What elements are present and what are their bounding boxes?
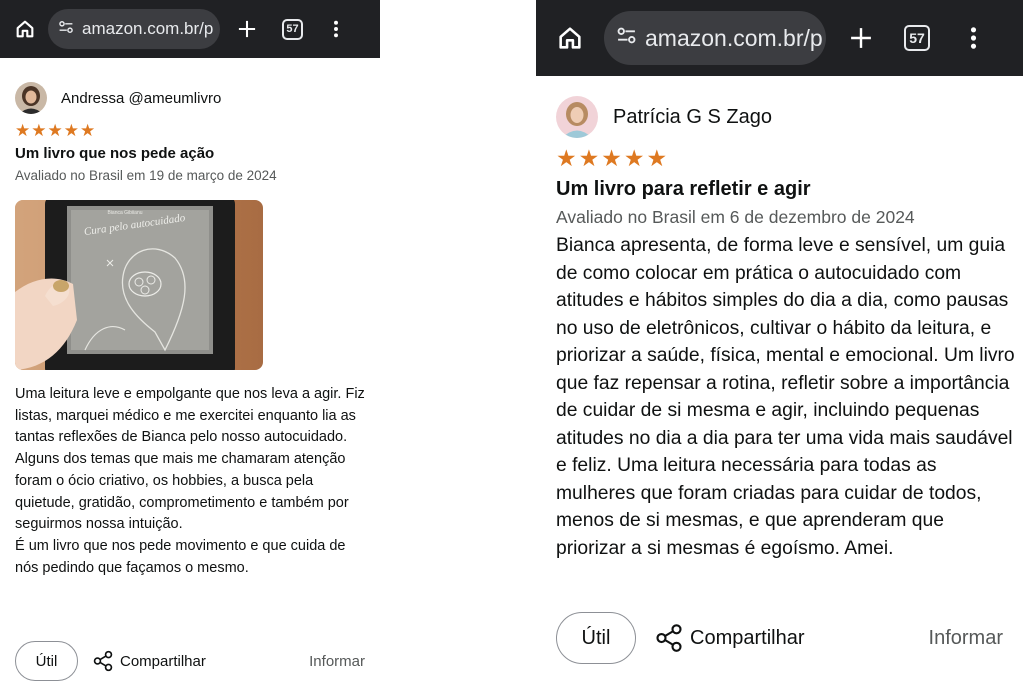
star-icon: ★ xyxy=(80,121,96,140)
more-vert-icon[interactable] xyxy=(970,26,977,50)
tab-switcher-icon[interactable]: 57 xyxy=(282,18,303,40)
star-icon: ★ xyxy=(578,145,600,171)
browser-toolbar: amazon.com.br/p 57 xyxy=(536,0,1023,76)
new-tab-plus-icon[interactable] xyxy=(238,20,256,38)
avatar xyxy=(556,96,598,138)
review-actions: Útil Compartilhar Informar xyxy=(15,641,370,681)
star-icon: ★ xyxy=(556,145,577,171)
star-icon: ★ xyxy=(623,145,645,171)
browser-toolbar: amazon.com.br/p 57 xyxy=(0,0,380,58)
star-icon: ★ xyxy=(646,145,668,171)
new-tab-plus-icon[interactable] xyxy=(850,27,872,49)
more-vert-icon[interactable] xyxy=(333,20,339,38)
reviewer-profile[interactable]: Patrícia G S Zago xyxy=(556,96,1016,138)
helpful-button[interactable]: Útil xyxy=(15,641,78,681)
star-icon: ★ xyxy=(601,145,622,171)
review-title: Um livro para refletir e agir xyxy=(556,178,811,200)
share-label: Compartilhar xyxy=(120,652,206,670)
review-text: Uma leitura leve e empolgante que nos le… xyxy=(15,386,365,576)
site-settings-icon[interactable] xyxy=(616,25,637,52)
address-bar[interactable]: amazon.com.br/p xyxy=(48,9,220,49)
star-icon: ★ xyxy=(15,121,31,140)
avatar xyxy=(15,82,47,114)
star-rating: ★ ★ ★ ★ ★ xyxy=(15,122,370,139)
star-icon: ★ xyxy=(47,121,63,140)
home-icon[interactable] xyxy=(14,18,36,40)
share-label: Compartilhar xyxy=(690,626,805,649)
address-bar[interactable]: amazon.com.br/p xyxy=(604,11,826,65)
reviewer-name[interactable]: Andressa @ameumlivro xyxy=(61,90,221,107)
report-link[interactable]: Informar xyxy=(309,653,365,670)
star-rating: ★ ★ ★ ★ ★ xyxy=(556,147,1016,170)
report-link[interactable]: Informar xyxy=(929,627,1003,650)
book-author: Bianca Gibiianu xyxy=(107,210,142,216)
url-text: amazon.com.br/p xyxy=(82,19,214,38)
helpful-button[interactable]: Útil xyxy=(556,612,636,664)
review-text: Bianca apresenta, de forma leve e sensív… xyxy=(556,235,1015,559)
site-settings-icon[interactable] xyxy=(58,19,74,40)
reviewer-name[interactable]: Patrícia G S Zago xyxy=(613,106,772,129)
customer-review: Patrícia G S Zago ★ ★ ★ ★ ★ Um livro par… xyxy=(556,96,1016,562)
share-icon xyxy=(656,624,682,652)
review-date: Avaliado no Brasil em 6 de dezembro de 2… xyxy=(556,207,915,227)
share-button[interactable]: Compartilhar xyxy=(92,650,206,672)
review-photo[interactable]: Bianca Gibiianu Cura pelo autocuidado xyxy=(15,200,263,370)
reviewer-profile[interactable]: Andressa @ameumlivro xyxy=(15,82,370,114)
home-icon[interactable] xyxy=(556,24,584,52)
share-icon xyxy=(93,650,113,672)
star-icon: ★ xyxy=(63,121,79,140)
url-text: amazon.com.br/p xyxy=(645,24,823,51)
star-icon: ★ xyxy=(31,121,47,140)
customer-review: Andressa @ameumlivro ★ ★ ★ ★ ★ Um livro … xyxy=(15,82,370,579)
screenshot-right: amazon.com.br/p 57 Patrícia G S Zago ★ ★ xyxy=(536,0,1023,682)
tab-switcher-icon[interactable]: 57 xyxy=(904,25,930,51)
screenshot-left: amazon.com.br/p 57 Andressa @ameumlivro … xyxy=(0,0,380,682)
share-button[interactable]: Compartilhar xyxy=(654,623,804,653)
review-date: Avaliado no Brasil em 19 de março de 202… xyxy=(15,168,277,183)
review-title: Um livro que nos pede ação xyxy=(15,145,215,162)
review-actions: Útil Compartilhar Informar xyxy=(556,612,1016,664)
